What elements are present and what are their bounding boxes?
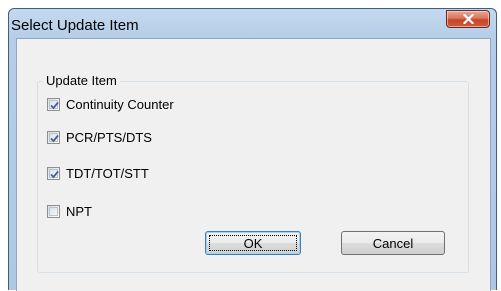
cancel-button-label: Cancel — [372, 235, 414, 251]
checkmark-icon — [50, 134, 59, 142]
checkbox-box[interactable] — [47, 97, 60, 111]
window-title: Select Update Item — [11, 17, 139, 34]
checkbox-box[interactable] — [47, 166, 60, 180]
dialog-window: Select Update Item Update Item Continuit… — [8, 8, 497, 291]
checkbox-continuity-counter[interactable]: Continuity Counter — [47, 96, 174, 112]
dialog-client-area: Update Item Continuity Counter PCR/PTS/D… — [16, 38, 491, 291]
close-button[interactable] — [446, 10, 490, 28]
checkbox-label: TDT/TOT/STT — [66, 165, 149, 181]
checkbox-box[interactable] — [47, 130, 60, 144]
focus-rectangle — [209, 235, 297, 251]
ok-button[interactable]: OK — [205, 231, 301, 255]
groupbox-caption: Update Item — [43, 73, 120, 88]
checkmark-icon — [50, 101, 59, 109]
close-icon — [463, 14, 474, 24]
checkbox-label: NPT — [66, 203, 92, 219]
cancel-button[interactable]: Cancel — [341, 231, 445, 255]
checkmark-icon — [50, 170, 59, 178]
checkbox-box[interactable] — [47, 204, 60, 218]
checkbox-pcr-pts-dts[interactable]: PCR/PTS/DTS — [47, 129, 152, 145]
checkbox-label: PCR/PTS/DTS — [66, 129, 152, 145]
checkbox-label: Continuity Counter — [66, 96, 174, 112]
checkbox-tdt-tot-stt[interactable]: TDT/TOT/STT — [47, 165, 149, 181]
checkbox-npt[interactable]: NPT — [47, 203, 92, 219]
